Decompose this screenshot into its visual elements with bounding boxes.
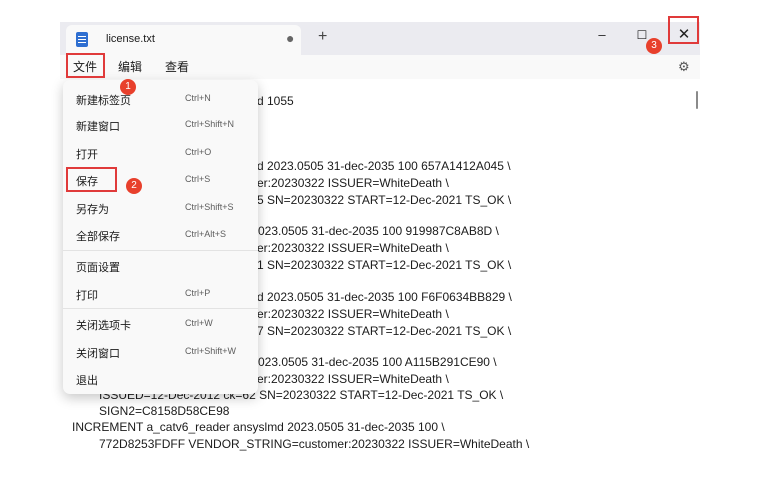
- menu-divider: [63, 250, 258, 251]
- editor-line: 023.0505 31-dec-2035 100 A115B291CE90 \: [258, 355, 497, 369]
- menu-item-label: 新建标签页: [76, 95, 131, 107]
- menu-item-new-tab[interactable]: 新建标签页 Ctrl+N: [63, 86, 258, 112]
- editor-line: 1 SN=20230322 START=12-Dec-2021 TS_OK \: [257, 258, 512, 272]
- tab-title: license.txt: [106, 33, 155, 45]
- editor-line: er:20230322 ISSUER=WhiteDeath \: [257, 241, 449, 255]
- editor-line: er:20230322 ISSUER=WhiteDeath \: [257, 372, 449, 386]
- editor-line: INCREMENT a_catv6_reader ansyslmd 2023.0…: [72, 420, 445, 434]
- menu-item-shortcut: Ctrl+Shift+N: [185, 119, 235, 129]
- menu-item-shortcut: Ctrl+P: [185, 288, 211, 298]
- menu-item-label: 全部保存: [76, 231, 120, 243]
- menu-edit[interactable]: 编辑: [118, 58, 142, 75]
- minimize-button[interactable]: –: [582, 22, 622, 50]
- menu-item-page-setup[interactable]: 页面设置: [63, 253, 258, 279]
- editor-line: SIGN2=C8158D58CE98: [99, 404, 230, 418]
- editor-line: er:20230322 ISSUER=WhiteDeath \: [257, 176, 449, 190]
- menu-item-label: 新建窗口: [76, 121, 120, 133]
- menu-item-shortcut: Ctrl+S: [185, 174, 211, 184]
- editor-line: d 1055: [257, 94, 294, 108]
- menu-item-open[interactable]: 打开 Ctrl+O: [63, 140, 258, 166]
- menu-item-new-window[interactable]: 新建窗口 Ctrl+Shift+N: [63, 112, 258, 138]
- menu-item-close-tab[interactable]: 关闭选项卡 Ctrl+W: [63, 311, 258, 337]
- tab-license-txt[interactable]: license.txt ●: [66, 25, 301, 55]
- menu-item-shortcut: Ctrl+O: [185, 147, 212, 157]
- editor-line: 7 SN=20230322 START=12-Dec-2021 TS_OK \: [257, 324, 512, 338]
- editor-line: 023.0505 31-dec-2035 100 919987C8AB8D \: [258, 224, 499, 238]
- step-badge-3: 3: [646, 38, 662, 54]
- editor-line: d 2023.0505 31-dec-2035 100 F6F0634BB829…: [257, 290, 512, 304]
- menu-item-label: 退出: [76, 375, 98, 387]
- save-item-highlight: [66, 167, 117, 192]
- notepad-icon: [76, 32, 88, 47]
- menu-item-label: 关闭选项卡: [76, 320, 131, 332]
- menu-item-print[interactable]: 打印 Ctrl+P: [63, 281, 258, 307]
- menu-item-label: 关闭窗口: [76, 348, 120, 360]
- new-tab-button[interactable]: +: [318, 28, 327, 46]
- unsaved-dot-icon[interactable]: ●: [286, 30, 294, 46]
- menu-item-shortcut: Ctrl+N: [185, 93, 211, 103]
- file-menu-dropdown: 新建标签页 Ctrl+N 新建窗口 Ctrl+Shift+N 打开 Ctrl+O…: [63, 80, 258, 394]
- editor-line: 5 SN=20230322 START=12-Dec-2021 TS_OK \: [257, 193, 512, 207]
- menu-item-save-all[interactable]: 全部保存 Ctrl+Alt+S: [63, 222, 258, 248]
- menu-bar: 文件 编辑 查看 ⚙: [60, 55, 700, 79]
- close-button-highlight: [668, 16, 699, 44]
- editor-line: er:20230322 ISSUER=WhiteDeath \: [257, 307, 449, 321]
- menu-item-shortcut: Ctrl+Alt+S: [185, 229, 227, 239]
- scrollbar-thumb[interactable]: [696, 91, 698, 109]
- menu-item-label: 页面设置: [76, 262, 120, 274]
- menu-item-label: 另存为: [76, 204, 109, 216]
- menu-view[interactable]: 查看: [165, 58, 189, 75]
- step-badge-1: 1: [120, 79, 136, 95]
- menu-item-label: 打开: [76, 149, 98, 161]
- menu-item-shortcut: Ctrl+Shift+W: [185, 346, 237, 356]
- editor-line: d 2023.0505 31-dec-2035 100 657A1412A045…: [257, 159, 511, 173]
- step-badge-2: 2: [126, 178, 142, 194]
- menu-item-shortcut: Ctrl+W: [185, 318, 213, 328]
- title-bar: license.txt ● + – ☐ ✕: [60, 22, 700, 55]
- menu-item-shortcut: Ctrl+Shift+S: [185, 202, 234, 212]
- menu-item-close-window[interactable]: 关闭窗口 Ctrl+Shift+W: [63, 339, 258, 365]
- menu-item-label: 打印: [76, 290, 98, 302]
- menu-divider: [63, 308, 258, 309]
- menu-item-save-as[interactable]: 另存为 Ctrl+Shift+S: [63, 195, 258, 221]
- file-menu-highlight: [66, 53, 105, 78]
- menu-item-exit[interactable]: 退出: [63, 366, 258, 392]
- settings-gear-icon[interactable]: ⚙: [678, 59, 690, 75]
- editor-line: 772D8253FDFF VENDOR_STRING=customer:2023…: [99, 437, 530, 451]
